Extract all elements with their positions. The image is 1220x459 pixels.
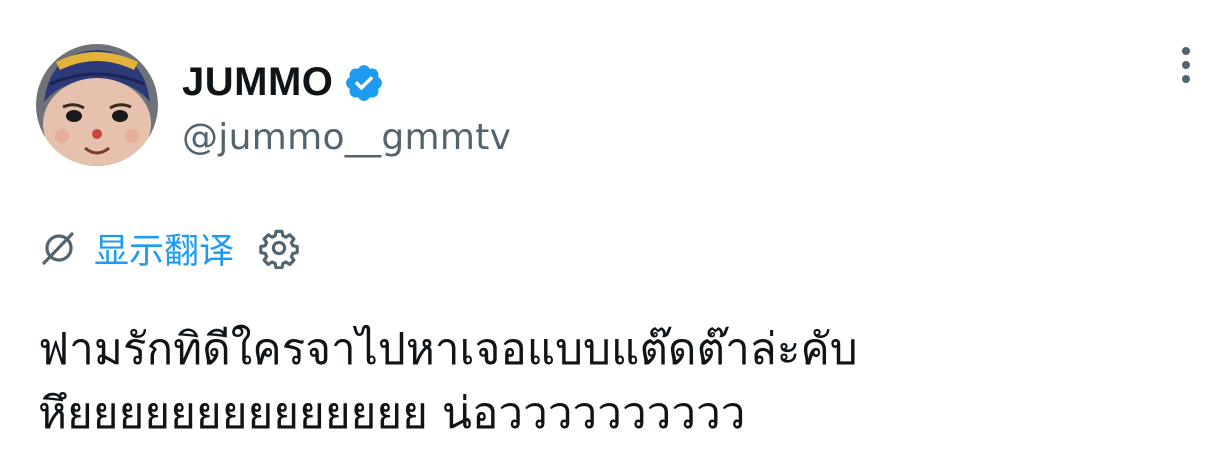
translate-slash-icon [38,228,78,268]
display-name[interactable]: JUMMO [182,60,333,105]
user-handle[interactable]: @jummo__gmmtv [182,117,511,158]
verified-badge-icon [343,62,385,104]
translate-bar: 显示翻译 [38,220,300,276]
show-translation-link[interactable]: 显示翻译 [94,223,234,274]
name-row: JUMMO [182,53,511,113]
tweet-header: JUMMO @jummo__gmmtv [36,43,1190,167]
gear-icon[interactable] [258,227,300,269]
more-vertical-icon [1182,47,1190,83]
tweet-text-line: ฟามรักทิดีใครจาไปหาเจอแบบแต๊ดต๊าล่ะคับ [38,324,858,375]
user-info: JUMMO @jummo__gmmtv [182,53,511,158]
mascot-avatar-icon [36,44,158,166]
tweet-text-line: หึยยยยยยยยยยยยยย น่อวววววววววว [38,388,746,439]
more-options-button[interactable] [1166,40,1206,90]
tweet-text: ฟามรักทิดีใครจาไปหาเจอแบบแต๊ดต๊าล่ะคับ ห… [38,318,1190,446]
avatar[interactable] [36,44,158,166]
